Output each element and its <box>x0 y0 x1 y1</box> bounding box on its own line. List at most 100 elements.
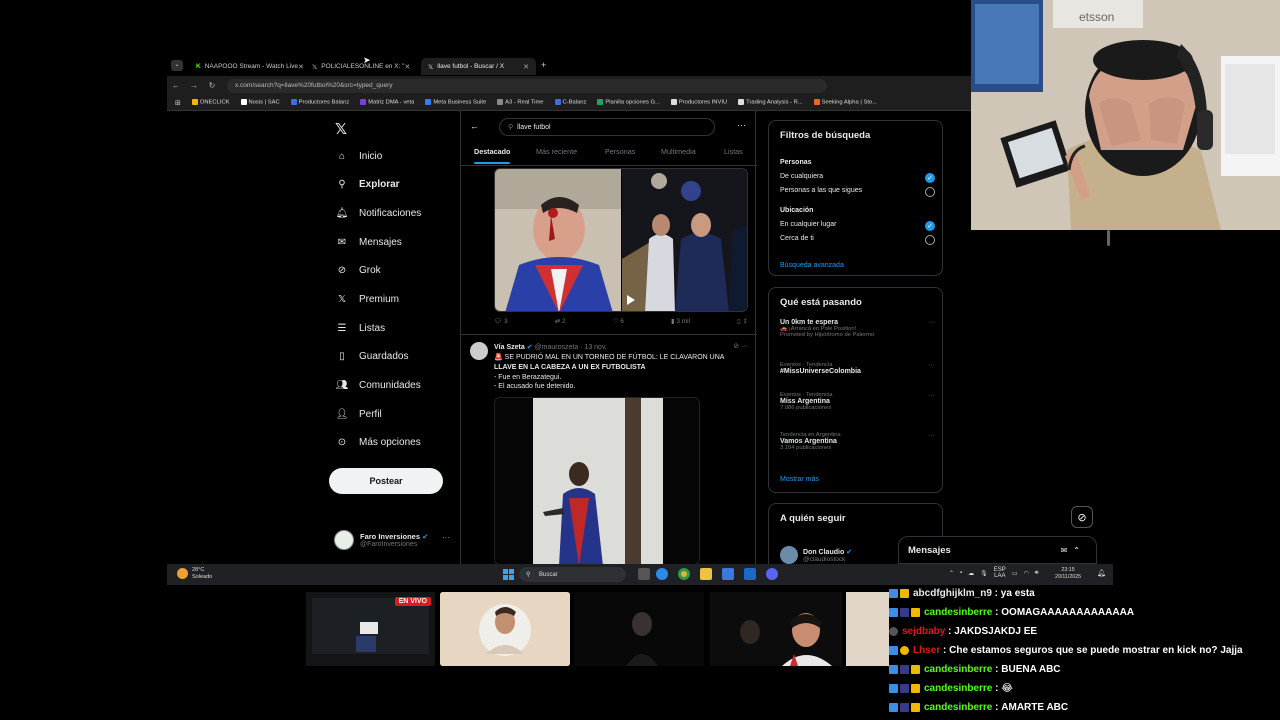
chat-username[interactable]: candesinberre <box>924 664 992 675</box>
tab-destacado[interactable]: Destacado <box>474 147 510 156</box>
back-arrow-icon[interactable]: ← <box>470 121 479 131</box>
store-icon[interactable] <box>722 568 734 580</box>
close-tab-icon[interactable]: ✕ <box>298 63 304 71</box>
back-icon[interactable]: ← <box>167 81 185 90</box>
wifi-icon[interactable]: ◠ <box>1023 570 1028 577</box>
filter-option[interactable]: De cualquiera <box>780 173 823 180</box>
apps-grid-icon[interactable]: ⊞ <box>175 99 181 107</box>
views-button[interactable]: ▮ 3 mil <box>671 317 690 325</box>
weather-widget[interactable]: 28°C Soleado <box>177 567 212 581</box>
bookmark-item[interactable]: Matriz DMA - veta <box>360 99 414 106</box>
nav-item-mensajes[interactable]: ✉ Mensajes <box>335 237 402 248</box>
trend-item[interactable]: Eventos · Tendencia #MissUniverseColombi… <box>780 362 935 375</box>
filter-option[interactable]: Cerca de ti <box>780 235 814 242</box>
new-tab-icon[interactable]: + <box>541 60 546 70</box>
scrollbar-thumb[interactable] <box>1107 230 1110 246</box>
nav-item-comunidades[interactable]: 👥︎ Comunidades <box>335 380 421 391</box>
more-icon[interactable]: ··· <box>737 120 746 130</box>
more-icon[interactable]: ··· <box>928 319 935 326</box>
nav-item-explorar[interactable]: ⚲ Explorar <box>335 179 399 190</box>
bookmark-item[interactable]: Productores INVIU <box>670 99 727 106</box>
bookmark-item[interactable]: Meta Business Suite <box>425 99 486 106</box>
bookmark-item[interactable]: C-Balanz <box>554 99 586 106</box>
taskbar-search[interactable]: ⚲ Buscar <box>519 567 626 582</box>
chrome-icon[interactable] <box>678 568 690 580</box>
edge-icon[interactable] <box>656 568 668 580</box>
bookmark-item[interactable]: Seeking Alpha | Sto... <box>813 99 877 106</box>
chat-username[interactable]: sejdbaby <box>902 626 945 637</box>
tweet-video[interactable] <box>494 397 700 564</box>
bookmark-button[interactable]: ▯ ⇪ <box>737 317 748 325</box>
reload-icon[interactable]: ↻ <box>203 81 221 90</box>
nav-item-inicio[interactable]: ⌂ Inicio <box>335 151 382 162</box>
tray-app-icon[interactable]: ▪ <box>960 570 962 576</box>
follow-suggestion[interactable]: Don Claudio ✔ @claudiostock <box>780 546 852 564</box>
more-icon[interactable]: ··· <box>928 362 935 369</box>
bookmark-item[interactable]: Productores Balanz <box>290 99 349 106</box>
bookmark-item[interactable]: Trading Analysis - R... <box>738 99 803 106</box>
taskbar-clock[interactable]: 23:15 20/11/2025 <box>1055 567 1081 581</box>
stream-preview-thumbnail[interactable]: EN VIVO <box>306 592 435 666</box>
screen-icon[interactable]: ▭ <box>1012 570 1018 577</box>
bookmark-item[interactable]: Nosis | SAC <box>240 99 280 106</box>
microphone-icon[interactable]: 🎙︎ <box>980 570 988 577</box>
nav-item-premium[interactable]: 𝕏 Premium <box>335 294 399 305</box>
browser-tab-3[interactable]: 𝕏 llave futbol - Buscar / X ✕ <box>421 58 536 75</box>
close-tab-icon[interactable]: ✕ <box>404 63 410 71</box>
like-button[interactable]: ♡ 6 <box>613 317 624 325</box>
tab-list-dropdown-icon[interactable]: ⌄ <box>171 60 183 71</box>
nav-item-mas-opciones[interactable]: ⊙ Más opciones <box>335 437 421 448</box>
tweet-media-collage[interactable] <box>494 168 748 312</box>
more-icon[interactable]: ··· <box>928 432 935 439</box>
chat-username[interactable]: candesinberre <box>924 683 992 694</box>
trend-item[interactable]: Tendencia en Argentina Vamos Argentina 3… <box>780 432 935 451</box>
radio-checked-icon[interactable]: ✓ <box>925 173 935 183</box>
more-icon[interactable]: ··· <box>442 533 450 542</box>
volume-icon[interactable]: 🔊︎ <box>1035 570 1039 577</box>
show-more-link[interactable]: Mostrar más <box>780 476 819 483</box>
compose-message-icon[interactable]: ✉⌃ <box>1061 546 1086 555</box>
browser-tab-2[interactable]: 𝕏 POLICIALESONLINE en X: " ✕ <box>305 58 417 75</box>
radio-icon[interactable] <box>925 235 935 245</box>
trend-item[interactable]: Eventos · Tendencia Miss Argentina 7.086… <box>780 392 935 411</box>
search-input[interactable]: ⚲ llave futbol <box>499 118 715 136</box>
discord-icon[interactable] <box>766 568 778 580</box>
windows-start-icon[interactable] <box>503 569 514 580</box>
account-switcher[interactable]: Faro Inversiones ✔ @FaroInversiones ··· <box>334 530 450 550</box>
filter-option[interactable]: En cualquier lugar <box>780 221 836 228</box>
trend-item[interactable]: Un 0km te espera 🚗 ¡Arrancá en Pole Posi… <box>780 319 935 338</box>
more-icon[interactable]: ⊘ ··· <box>733 342 748 350</box>
repost-button[interactable]: ⇄ 2 <box>555 317 566 325</box>
url-field[interactable]: x.com/search?q=llave%20futbol%20&src=typ… <box>227 78 827 93</box>
tab-mas-reciente[interactable]: Más reciente <box>536 147 577 156</box>
nav-item-notificaciones[interactable]: 🔔︎ Notificaciones <box>335 208 422 219</box>
reply-button[interactable]: 💬︎ 3 <box>494 317 508 325</box>
browser-tab-1[interactable]: K NAAPOOO Stream - Watch Live ✕ <box>189 58 304 75</box>
nav-item-grok[interactable]: ⊘ Grok <box>335 265 381 276</box>
bookmark-item[interactable]: Planilla opciones G... <box>597 99 660 106</box>
file-explorer-icon[interactable] <box>700 568 712 580</box>
task-view-icon[interactable] <box>638 568 650 580</box>
tweet[interactable]: Vía Szeta ✔ @mauroszeta · 13 nov. ⊘ ··· … <box>461 334 757 564</box>
outlook-icon[interactable] <box>744 568 756 580</box>
chat-username[interactable]: abcdfghijklm_n9 <box>913 588 992 599</box>
nav-item-listas[interactable]: ☰ Listas <box>335 323 386 334</box>
post-button[interactable]: Postear <box>329 468 443 494</box>
radio-icon[interactable] <box>925 187 935 197</box>
tab-personas[interactable]: Personas <box>605 147 635 156</box>
bookmark-item[interactable]: A3 - Real Time <box>497 99 544 106</box>
radio-checked-icon[interactable]: ✓ <box>925 221 935 231</box>
messages-drawer[interactable]: Mensajes ✉⌃ <box>898 536 1097 564</box>
tab-listas[interactable]: Listas <box>724 147 743 156</box>
language-indicator[interactable]: ESP LAA <box>994 567 1006 579</box>
advanced-search-link[interactable]: Búsqueda avanzada <box>780 262 844 269</box>
notification-bell-icon[interactable]: 🔔︎ <box>1097 569 1106 577</box>
more-icon[interactable]: ··· <box>928 392 935 399</box>
cloud-icon[interactable]: ☁ <box>968 570 974 577</box>
chat-username[interactable]: Lhser <box>913 645 940 656</box>
x-logo-icon[interactable]: 𝕏 <box>335 120 347 138</box>
guest-cam-thumbnail[interactable] <box>574 592 704 666</box>
tab-multimedia[interactable]: Multimedia <box>661 147 696 156</box>
guest-cam-thumbnail[interactable] <box>710 592 842 666</box>
guest-cam-thumbnail[interactable] <box>440 592 570 666</box>
